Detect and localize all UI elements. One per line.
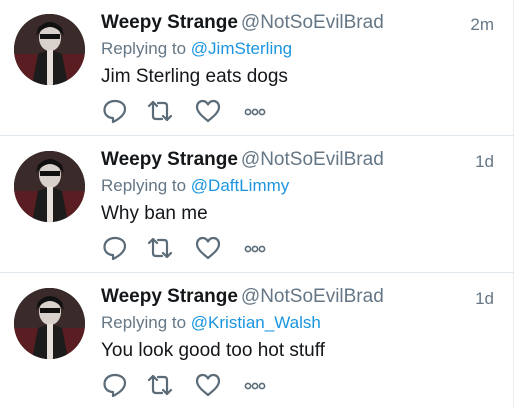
like-button[interactable]	[193, 234, 223, 262]
retweet-icon	[147, 374, 173, 396]
reply-button[interactable]	[101, 234, 131, 262]
retweet-button[interactable]	[145, 234, 175, 262]
like-icon	[195, 373, 221, 397]
replying-target-link[interactable]: @JimSterling	[191, 39, 292, 58]
tweet-item[interactable]: Weepy Strange @NotSoEvilBrad 1d Replying …	[0, 137, 514, 274]
tweet-header: Weepy Strange @NotSoEvilBrad	[101, 12, 384, 34]
reply-icon	[103, 373, 127, 398]
avatar[interactable]	[14, 14, 85, 85]
tweet-text: Why ban me	[101, 203, 208, 224]
tweet-divider	[0, 272, 514, 273]
replying-target-link[interactable]: @DaftLimmy	[191, 176, 290, 195]
display-name[interactable]: Weepy Strange	[101, 149, 238, 170]
reply-button[interactable]	[101, 371, 131, 399]
more-icon	[244, 245, 266, 253]
tweet-text: You look good too hot stuff	[101, 340, 325, 361]
user-handle[interactable]: @NotSoEvilBrad	[241, 286, 384, 307]
more-icon	[244, 382, 266, 390]
retweet-button[interactable]	[145, 97, 175, 125]
replying-to: Replying to @DaftLimmy	[101, 176, 289, 196]
retweet-icon	[147, 100, 173, 122]
like-icon	[195, 99, 221, 123]
display-name[interactable]: Weepy Strange	[101, 286, 238, 307]
tweet-actions	[101, 97, 301, 125]
display-name[interactable]: Weepy Strange	[101, 12, 238, 33]
reply-icon	[103, 99, 127, 124]
more-icon	[244, 108, 266, 116]
replying-prefix: Replying to	[101, 39, 187, 58]
replying-to: Replying to @JimSterling	[101, 39, 292, 59]
avatar[interactable]	[14, 288, 85, 359]
more-button[interactable]	[241, 234, 271, 262]
timestamp[interactable]: 1d	[475, 151, 494, 173]
like-button[interactable]	[193, 97, 223, 125]
retweet-icon	[147, 237, 173, 259]
like-icon	[195, 236, 221, 260]
reply-button[interactable]	[101, 97, 131, 125]
timestamp[interactable]: 2m	[470, 14, 494, 36]
timestamp[interactable]: 1d	[475, 288, 494, 310]
reply-icon	[103, 236, 127, 261]
tweet-actions	[101, 234, 301, 262]
replying-prefix: Replying to	[101, 176, 187, 195]
like-button[interactable]	[193, 371, 223, 399]
tweet-item[interactable]: Weepy Strange @NotSoEvilBrad 1d Replying …	[0, 274, 514, 408]
tweet-header: Weepy Strange @NotSoEvilBrad	[101, 149, 384, 171]
tweet-divider	[0, 135, 514, 136]
retweet-button[interactable]	[145, 371, 175, 399]
user-handle[interactable]: @NotSoEvilBrad	[241, 149, 384, 170]
tweet-header: Weepy Strange @NotSoEvilBrad	[101, 286, 384, 308]
tweet-actions	[101, 371, 301, 399]
replying-target-link[interactable]: @Kristian_Walsh	[191, 313, 321, 332]
more-button[interactable]	[241, 371, 271, 399]
user-handle[interactable]: @NotSoEvilBrad	[241, 12, 384, 33]
avatar[interactable]	[14, 151, 85, 222]
tweet-text: Jim Sterling eats dogs	[101, 66, 288, 87]
replying-to: Replying to @Kristian_Walsh	[101, 313, 321, 333]
replying-prefix: Replying to	[101, 313, 187, 332]
tweet-item[interactable]: Weepy Strange @NotSoEvilBrad 2m Replying …	[0, 0, 514, 137]
more-button[interactable]	[241, 97, 271, 125]
tweet-feed: Weepy Strange @NotSoEvilBrad 2m Replying …	[0, 0, 514, 408]
